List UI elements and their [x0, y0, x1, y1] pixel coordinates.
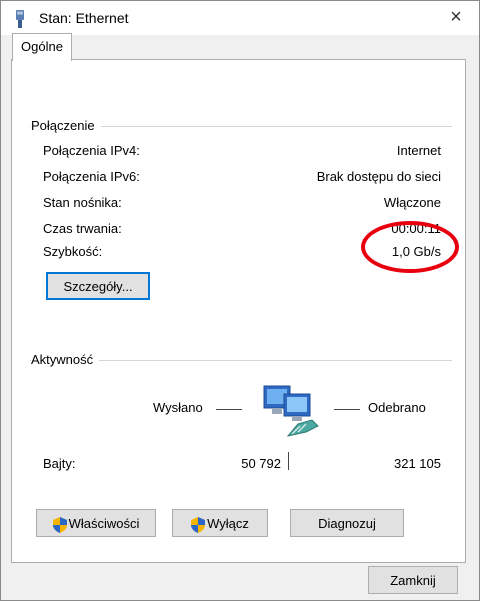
- speed-label: Szybkość:: [43, 244, 103, 259]
- bytes-label: Bajty:: [43, 456, 76, 471]
- ethernet-icon: [16, 10, 24, 28]
- tab-general-label: Ogólne: [21, 39, 63, 54]
- received-label: Odebrano: [368, 400, 426, 415]
- duration-label: Czas trwania:: [43, 221, 122, 236]
- received-dash: [334, 409, 360, 410]
- ipv6-label: Połączenia IPv6:: [43, 169, 140, 184]
- activity-group-label: Aktywność: [31, 352, 100, 367]
- disable-button[interactable]: Wyłącz: [172, 509, 268, 537]
- properties-button-label: Właściwości: [68, 516, 140, 531]
- uac-shield-icon: [52, 516, 67, 533]
- sent-label: Wysłano: [153, 400, 203, 415]
- media-state-value: Włączone: [383, 195, 441, 210]
- title-bar: Stan: Ethernet ×: [1, 1, 479, 35]
- ipv6-value: Brak dostępu do sieci: [316, 169, 441, 184]
- close-button-label: Zamknij: [390, 573, 436, 588]
- diagnose-button[interactable]: Diagnozuj: [290, 509, 404, 537]
- speed-value: 1,0 Gb/s: [391, 244, 441, 259]
- ipv4-label: Połączenia IPv4:: [43, 143, 140, 158]
- details-button[interactable]: Szczegóły...: [46, 272, 150, 300]
- bytes-divider: [288, 452, 289, 470]
- connection-group-label: Połączenie: [31, 118, 101, 133]
- media-state-label: Stan nośnika:: [43, 195, 122, 210]
- sent-dash: [216, 409, 242, 410]
- disable-button-label: Wyłącz: [207, 516, 249, 531]
- bytes-received-value: 321 105: [394, 456, 441, 471]
- close-window-button[interactable]: ×: [433, 1, 479, 35]
- tab-general[interactable]: Ogólne: [12, 33, 72, 61]
- duration-value: 00:00:11: [391, 221, 441, 236]
- properties-button[interactable]: Właściwości: [36, 509, 156, 537]
- ipv4-value: Internet: [396, 143, 441, 158]
- close-icon: ×: [450, 6, 462, 28]
- details-button-label: Szczegóły...: [63, 279, 133, 294]
- status-dialog: Stan: Ethernet × Ogólne Połączenie Połąc…: [0, 0, 480, 601]
- general-tab-panel: Połączenie Połączenia IPv4: Internet Poł…: [11, 59, 466, 563]
- bytes-sent-value: 50 792: [241, 456, 281, 471]
- diagnose-button-label: Diagnozuj: [318, 516, 376, 531]
- uac-shield-icon: [191, 516, 206, 533]
- window-title: Stan: Ethernet: [39, 10, 129, 26]
- close-button[interactable]: Zamknij: [368, 566, 458, 594]
- network-computers-icon: [263, 385, 319, 437]
